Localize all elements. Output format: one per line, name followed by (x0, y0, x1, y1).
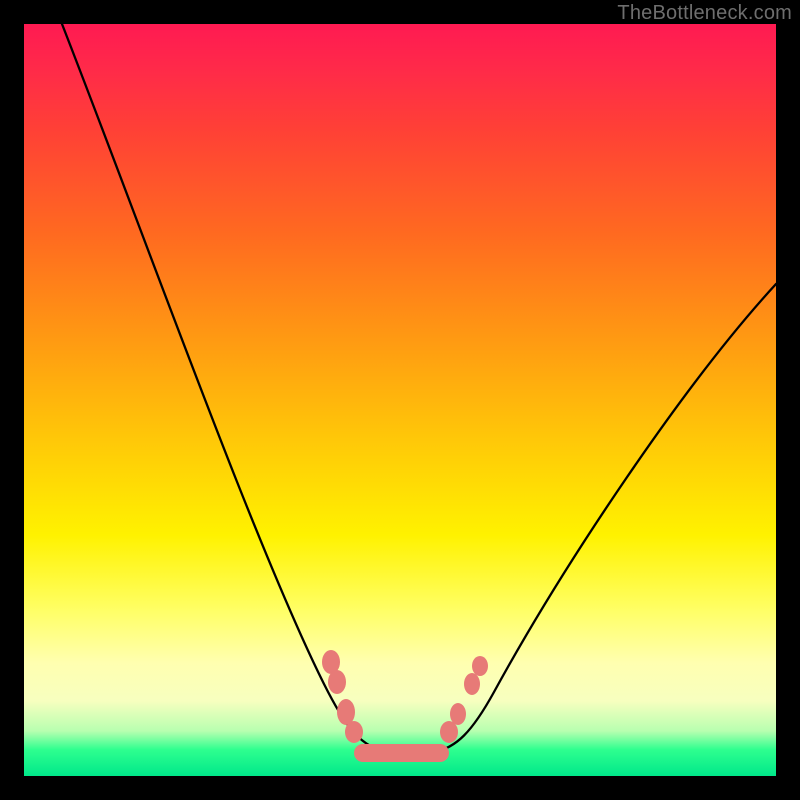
curve-marker (450, 703, 466, 725)
watermark-text: TheBottleneck.com (617, 2, 792, 25)
curve-marker (464, 673, 480, 695)
plot-area (24, 24, 776, 776)
trough-marker (354, 744, 449, 762)
curve-marker (337, 699, 355, 725)
curve-marker (345, 721, 363, 743)
bottleneck-curve-svg (24, 24, 776, 776)
curve-marker (328, 670, 346, 694)
curve-marker (472, 656, 488, 676)
bottleneck-curve (62, 24, 776, 752)
chart-frame: TheBottleneck.com (0, 0, 800, 800)
